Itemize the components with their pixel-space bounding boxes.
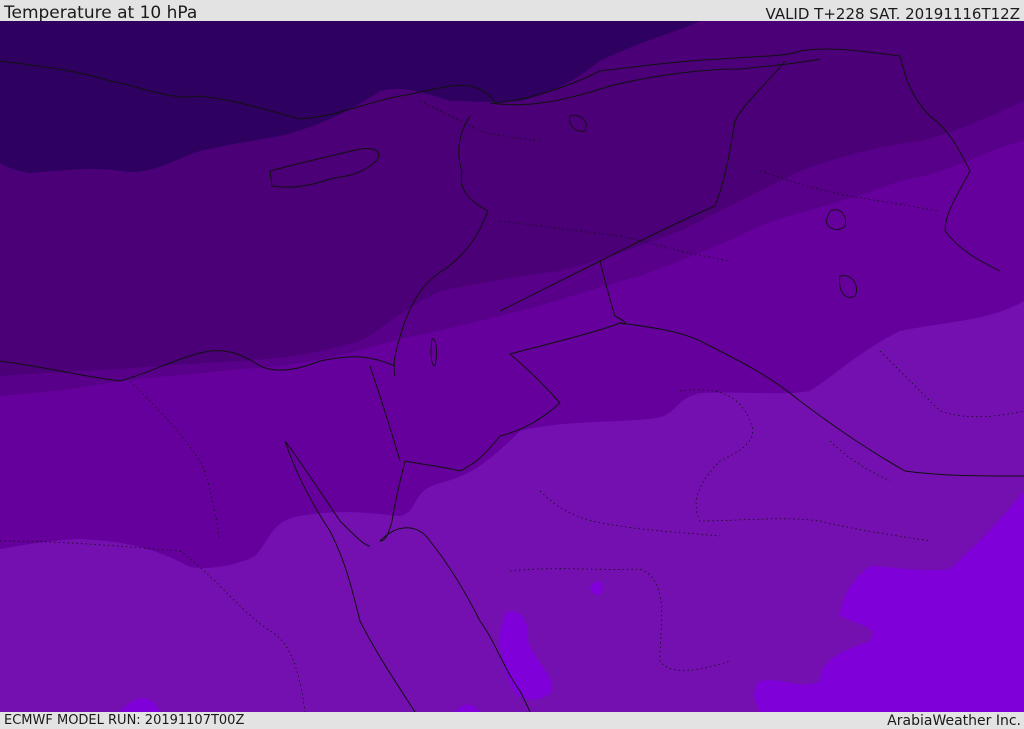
map-title: Temperature at 10 hPa — [4, 3, 198, 23]
header-bar: Temperature at 10 hPa VALID T+228 SAT. 2… — [0, 0, 1024, 23]
footer-bar: ECMWF MODEL RUN: 20191107T00Z ArabiaWeat… — [0, 712, 1024, 729]
model-run-label: ECMWF MODEL RUN: 20191107T00Z — [4, 713, 245, 728]
map-frame: Temperature at 10 hPa VALID T+228 SAT. 2… — [0, 0, 1024, 729]
credit-label: ArabiaWeather Inc. — [887, 713, 1021, 729]
temperature-map — [0, 21, 1024, 712]
